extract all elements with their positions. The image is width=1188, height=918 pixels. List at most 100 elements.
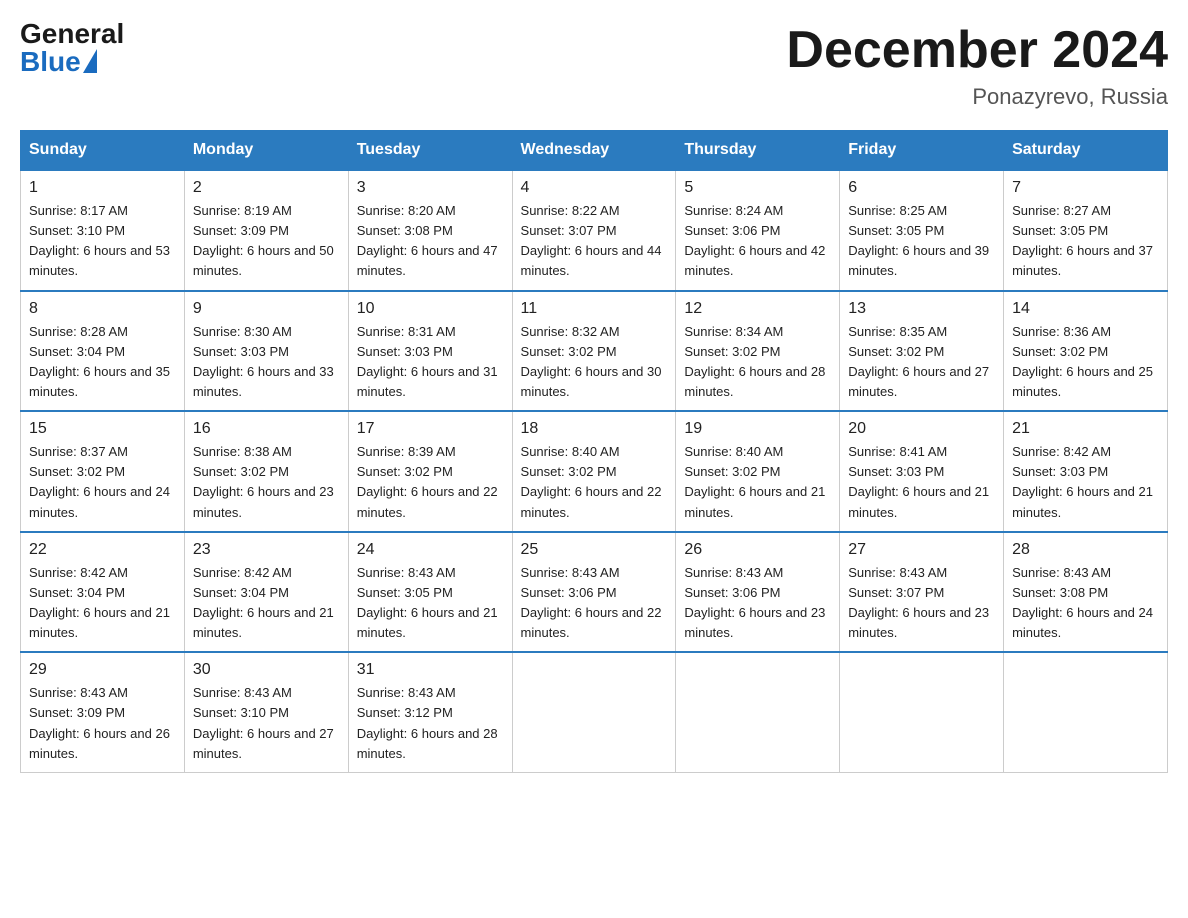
day-info: Sunrise: 8:42 AMSunset: 3:03 PMDaylight:… [1012, 442, 1159, 523]
calendar-cell: 4 Sunrise: 8:22 AMSunset: 3:07 PMDayligh… [512, 170, 676, 291]
day-info: Sunrise: 8:42 AMSunset: 3:04 PMDaylight:… [193, 563, 340, 644]
calendar-cell: 9 Sunrise: 8:30 AMSunset: 3:03 PMDayligh… [184, 291, 348, 412]
logo-triangle-icon [83, 49, 97, 73]
day-info: Sunrise: 8:43 AMSunset: 3:07 PMDaylight:… [848, 563, 995, 644]
day-number: 1 [29, 179, 176, 197]
calendar-cell: 28 Sunrise: 8:43 AMSunset: 3:08 PMDaylig… [1004, 532, 1168, 653]
day-number: 24 [357, 541, 504, 559]
calendar-cell: 3 Sunrise: 8:20 AMSunset: 3:08 PMDayligh… [348, 170, 512, 291]
day-number: 26 [684, 541, 831, 559]
calendar-week-2: 8 Sunrise: 8:28 AMSunset: 3:04 PMDayligh… [21, 291, 1168, 412]
day-number: 16 [193, 420, 340, 438]
day-info: Sunrise: 8:31 AMSunset: 3:03 PMDaylight:… [357, 322, 504, 403]
calendar-week-4: 22 Sunrise: 8:42 AMSunset: 3:04 PMDaylig… [21, 532, 1168, 653]
calendar-cell: 19 Sunrise: 8:40 AMSunset: 3:02 PMDaylig… [676, 411, 840, 532]
logo-general-text: General [20, 20, 124, 48]
day-number: 8 [29, 300, 176, 318]
day-info: Sunrise: 8:42 AMSunset: 3:04 PMDaylight:… [29, 563, 176, 644]
weekday-header-sunday: Sunday [21, 131, 185, 171]
day-number: 22 [29, 541, 176, 559]
day-info: Sunrise: 8:39 AMSunset: 3:02 PMDaylight:… [357, 442, 504, 523]
day-number: 25 [521, 541, 668, 559]
calendar-cell [512, 652, 676, 772]
day-number: 17 [357, 420, 504, 438]
day-info: Sunrise: 8:38 AMSunset: 3:02 PMDaylight:… [193, 442, 340, 523]
day-info: Sunrise: 8:37 AMSunset: 3:02 PMDaylight:… [29, 442, 176, 523]
calendar-cell: 6 Sunrise: 8:25 AMSunset: 3:05 PMDayligh… [840, 170, 1004, 291]
weekday-header-row: SundayMondayTuesdayWednesdayThursdayFrid… [21, 131, 1168, 171]
day-number: 15 [29, 420, 176, 438]
calendar-cell: 5 Sunrise: 8:24 AMSunset: 3:06 PMDayligh… [676, 170, 840, 291]
calendar-week-5: 29 Sunrise: 8:43 AMSunset: 3:09 PMDaylig… [21, 652, 1168, 772]
calendar-cell: 30 Sunrise: 8:43 AMSunset: 3:10 PMDaylig… [184, 652, 348, 772]
calendar-cell [1004, 652, 1168, 772]
day-number: 10 [357, 300, 504, 318]
day-info: Sunrise: 8:41 AMSunset: 3:03 PMDaylight:… [848, 442, 995, 523]
day-info: Sunrise: 8:35 AMSunset: 3:02 PMDaylight:… [848, 322, 995, 403]
weekday-header-friday: Friday [840, 131, 1004, 171]
day-number: 27 [848, 541, 995, 559]
weekday-header-tuesday: Tuesday [348, 131, 512, 171]
calendar-cell [676, 652, 840, 772]
day-info: Sunrise: 8:43 AMSunset: 3:12 PMDaylight:… [357, 683, 504, 764]
day-number: 28 [1012, 541, 1159, 559]
day-info: Sunrise: 8:43 AMSunset: 3:08 PMDaylight:… [1012, 563, 1159, 644]
calendar-cell: 12 Sunrise: 8:34 AMSunset: 3:02 PMDaylig… [676, 291, 840, 412]
day-number: 31 [357, 661, 504, 679]
day-number: 23 [193, 541, 340, 559]
day-info: Sunrise: 8:32 AMSunset: 3:02 PMDaylight:… [521, 322, 668, 403]
day-number: 2 [193, 179, 340, 197]
day-info: Sunrise: 8:40 AMSunset: 3:02 PMDaylight:… [684, 442, 831, 523]
day-number: 30 [193, 661, 340, 679]
month-title: December 2024 [786, 20, 1168, 80]
weekday-header-monday: Monday [184, 131, 348, 171]
calendar-cell: 2 Sunrise: 8:19 AMSunset: 3:09 PMDayligh… [184, 170, 348, 291]
day-info: Sunrise: 8:25 AMSunset: 3:05 PMDaylight:… [848, 201, 995, 282]
calendar-cell: 16 Sunrise: 8:38 AMSunset: 3:02 PMDaylig… [184, 411, 348, 532]
day-info: Sunrise: 8:43 AMSunset: 3:09 PMDaylight:… [29, 683, 176, 764]
day-number: 12 [684, 300, 831, 318]
calendar-cell: 25 Sunrise: 8:43 AMSunset: 3:06 PMDaylig… [512, 532, 676, 653]
calendar-cell: 11 Sunrise: 8:32 AMSunset: 3:02 PMDaylig… [512, 291, 676, 412]
day-info: Sunrise: 8:34 AMSunset: 3:02 PMDaylight:… [684, 322, 831, 403]
page-header: General Blue December 2024 Ponazyrevo, R… [20, 20, 1168, 110]
day-number: 11 [521, 300, 668, 318]
calendar-cell: 10 Sunrise: 8:31 AMSunset: 3:03 PMDaylig… [348, 291, 512, 412]
day-number: 21 [1012, 420, 1159, 438]
day-info: Sunrise: 8:43 AMSunset: 3:06 PMDaylight:… [684, 563, 831, 644]
calendar-cell: 1 Sunrise: 8:17 AMSunset: 3:10 PMDayligh… [21, 170, 185, 291]
day-number: 7 [1012, 179, 1159, 197]
day-info: Sunrise: 8:36 AMSunset: 3:02 PMDaylight:… [1012, 322, 1159, 403]
weekday-header-thursday: Thursday [676, 131, 840, 171]
calendar-cell: 27 Sunrise: 8:43 AMSunset: 3:07 PMDaylig… [840, 532, 1004, 653]
day-number: 29 [29, 661, 176, 679]
day-info: Sunrise: 8:19 AMSunset: 3:09 PMDaylight:… [193, 201, 340, 282]
day-info: Sunrise: 8:30 AMSunset: 3:03 PMDaylight:… [193, 322, 340, 403]
day-number: 6 [848, 179, 995, 197]
location-text: Ponazyrevo, Russia [786, 84, 1168, 110]
day-info: Sunrise: 8:43 AMSunset: 3:10 PMDaylight:… [193, 683, 340, 764]
calendar-cell: 15 Sunrise: 8:37 AMSunset: 3:02 PMDaylig… [21, 411, 185, 532]
day-info: Sunrise: 8:43 AMSunset: 3:06 PMDaylight:… [521, 563, 668, 644]
calendar-cell: 18 Sunrise: 8:40 AMSunset: 3:02 PMDaylig… [512, 411, 676, 532]
day-info: Sunrise: 8:17 AMSunset: 3:10 PMDaylight:… [29, 201, 176, 282]
day-info: Sunrise: 8:24 AMSunset: 3:06 PMDaylight:… [684, 201, 831, 282]
calendar-week-1: 1 Sunrise: 8:17 AMSunset: 3:10 PMDayligh… [21, 170, 1168, 291]
day-number: 19 [684, 420, 831, 438]
calendar-cell: 29 Sunrise: 8:43 AMSunset: 3:09 PMDaylig… [21, 652, 185, 772]
day-info: Sunrise: 8:22 AMSunset: 3:07 PMDaylight:… [521, 201, 668, 282]
logo-blue-text: Blue [20, 48, 97, 76]
logo: General Blue [20, 20, 124, 76]
day-info: Sunrise: 8:20 AMSunset: 3:08 PMDaylight:… [357, 201, 504, 282]
day-info: Sunrise: 8:40 AMSunset: 3:02 PMDaylight:… [521, 442, 668, 523]
weekday-header-saturday: Saturday [1004, 131, 1168, 171]
day-number: 14 [1012, 300, 1159, 318]
calendar-cell: 13 Sunrise: 8:35 AMSunset: 3:02 PMDaylig… [840, 291, 1004, 412]
calendar-table: SundayMondayTuesdayWednesdayThursdayFrid… [20, 130, 1168, 773]
day-number: 13 [848, 300, 995, 318]
day-number: 3 [357, 179, 504, 197]
calendar-cell: 22 Sunrise: 8:42 AMSunset: 3:04 PMDaylig… [21, 532, 185, 653]
weekday-header-wednesday: Wednesday [512, 131, 676, 171]
calendar-cell: 14 Sunrise: 8:36 AMSunset: 3:02 PMDaylig… [1004, 291, 1168, 412]
calendar-cell: 7 Sunrise: 8:27 AMSunset: 3:05 PMDayligh… [1004, 170, 1168, 291]
